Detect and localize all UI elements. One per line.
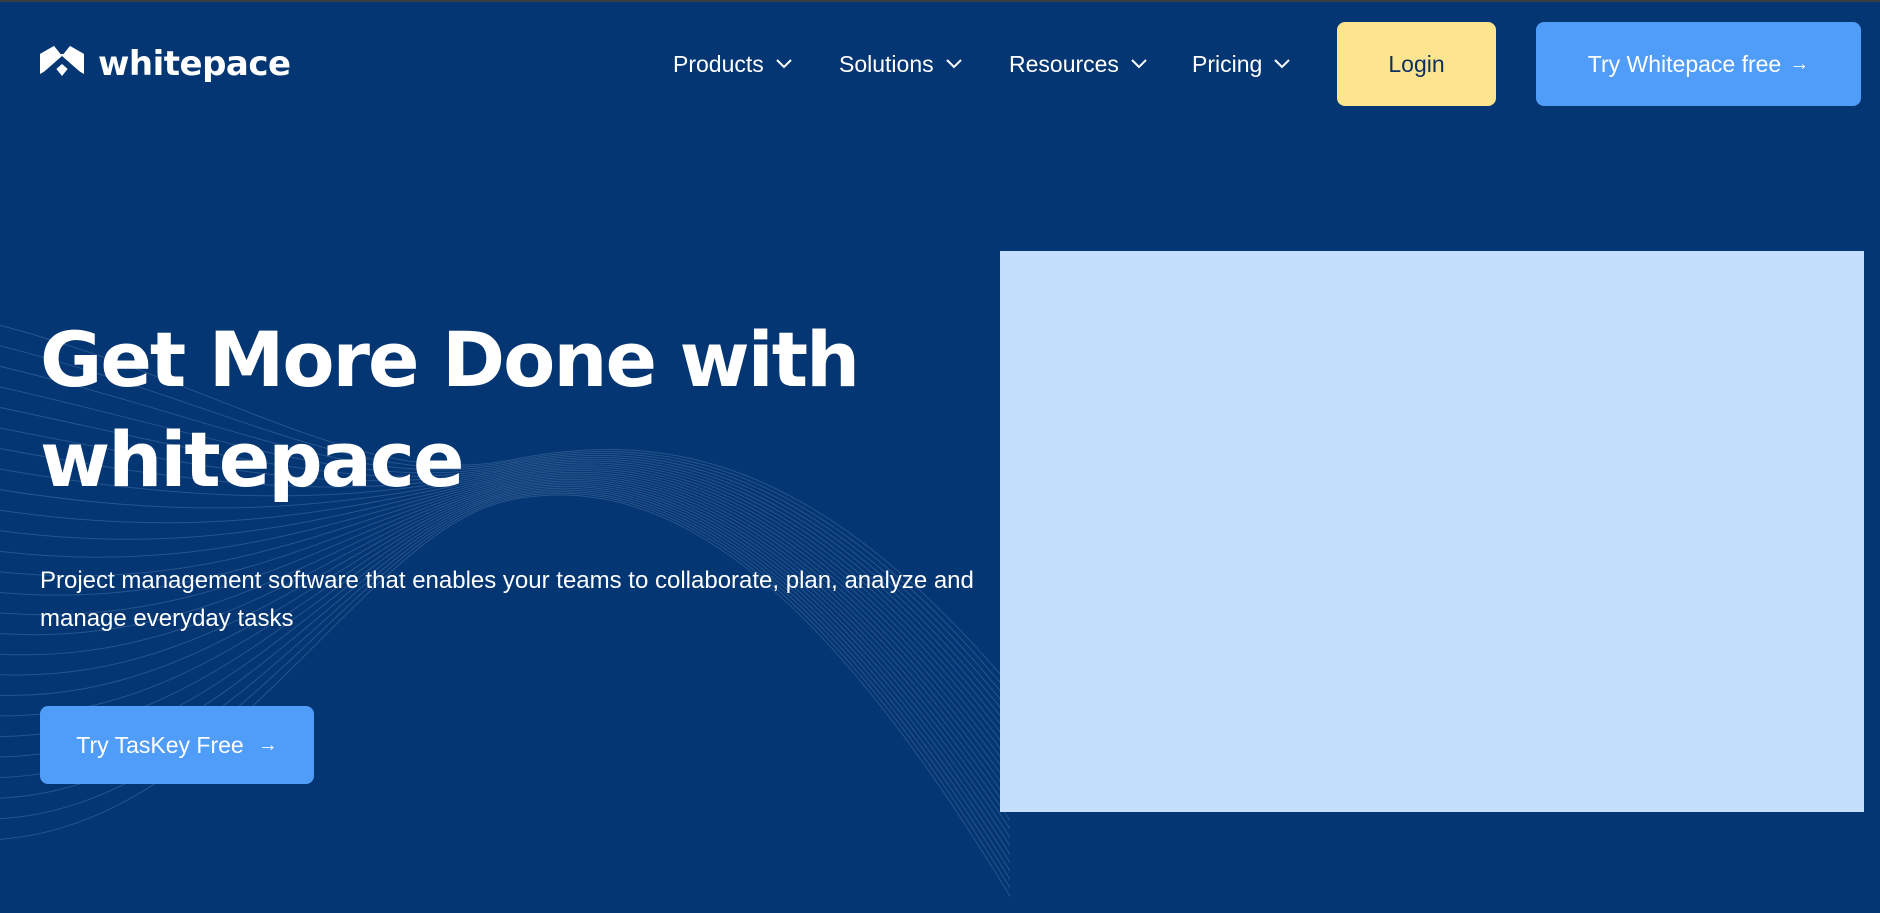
hero-title-line2: whitepace: [40, 415, 465, 504]
nav-item-label: Products: [673, 50, 764, 77]
nav-item-resources[interactable]: Resources: [1009, 44, 1147, 84]
wave-line: [0, 484, 1010, 847]
try-whitepace-free-button[interactable]: Try Whitepace free →: [1536, 22, 1861, 106]
site-header: whitepace Products Solutions Resources P…: [0, 0, 1880, 128]
try-taskey-free-button[interactable]: Try TasKey Free →: [40, 706, 314, 784]
hero-subtitle-line1: Project management software that enables…: [40, 567, 974, 594]
try-taskey-free-label: Try TasKey Free: [76, 731, 244, 758]
arrow-right-icon: →: [1789, 52, 1810, 75]
chevron-down-icon: [776, 59, 792, 69]
logo-icon: [40, 46, 84, 77]
nav-item-label: Pricing: [1192, 50, 1263, 77]
wave-line: [0, 489, 1010, 873]
wave-line: [0, 477, 1010, 814]
try-whitepace-free-label: Try Whitepace free: [1587, 50, 1782, 77]
hero-image-placeholder: [1000, 251, 1864, 812]
login-button[interactable]: Login: [1337, 22, 1496, 106]
nav-item-pricing[interactable]: Pricing: [1192, 44, 1291, 84]
chevron-down-icon: [945, 59, 962, 69]
nav-item-label: Resources: [1009, 50, 1119, 77]
wave-line: [0, 487, 1010, 864]
hero-title: Get More Done with whitepace: [40, 310, 1000, 510]
arrow-right-icon: →: [257, 733, 278, 756]
wave-line: [0, 478, 1010, 822]
chevron-down-icon: [1131, 59, 1147, 69]
chevron-down-icon: [1274, 59, 1291, 69]
login-button-label: Login: [1388, 50, 1445, 77]
landing-page: whitepace Products Solutions Resources P…: [0, 0, 1880, 913]
wave-line: [0, 491, 1010, 881]
wave-line: [0, 482, 1010, 839]
brand-logo[interactable]: whitepace: [40, 46, 291, 82]
brand-name: whitepace: [98, 44, 291, 84]
hero-title-line1: Get More Done with: [40, 315, 860, 404]
nav-item-products[interactable]: Products: [673, 44, 792, 84]
nav-item-label: Solutions: [839, 50, 934, 77]
hero-subtitle: Project management software that enables…: [40, 562, 1000, 638]
hero-subtitle-line2: manage everyday tasks: [40, 605, 294, 632]
wave-line: [0, 485, 1010, 856]
nav-item-solutions[interactable]: Solutions: [839, 44, 962, 84]
